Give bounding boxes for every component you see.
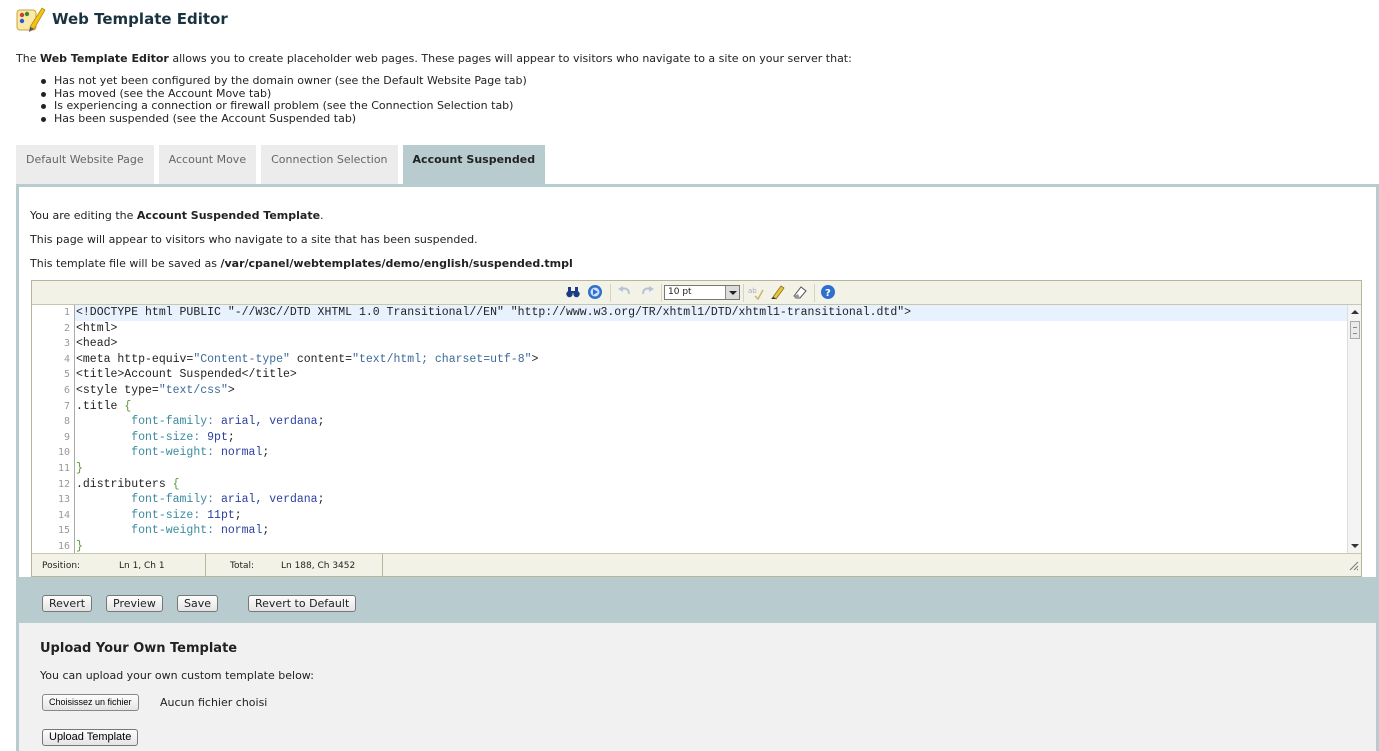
line-number: 14 [57,509,70,521]
code-line[interactable]: } [75,461,1347,477]
font-size-value: 10 pt [668,287,692,297]
code-area[interactable]: 1 2 3 4 5 6 7 8 9 10 11 12 13 14 15 16 <!DOCTYPE html P… [32,305,1361,553]
line-number: 12 [57,478,70,490]
code-line[interactable]: <meta http-equiv="Content-type" content=… [75,352,1347,368]
line-number: 15 [57,525,70,537]
status-divider [205,554,206,576]
line-number: 1 [63,307,70,318]
editing-info: You are editing the Account Suspended Te… [30,209,324,222]
code-line[interactable]: font-weight: normal; [75,445,1347,461]
goto-icon[interactable] [587,284,603,300]
total-label: Total: [230,561,255,571]
tab-account-move[interactable]: Account Move [158,145,257,185]
upload-template-button[interactable]: Upload Template [42,729,139,746]
tab-account-suspended[interactable]: Account Suspended [402,145,546,185]
line-number: 3 [63,338,70,350]
code-line[interactable]: <head> [75,336,1347,352]
revert-button[interactable]: Revert [42,595,93,612]
position-label: Position: [42,561,81,571]
upload-title: Upload Your Own Template [40,641,238,656]
save-button[interactable]: Save [177,595,219,612]
highlight-icon[interactable] [770,284,786,300]
code-editor: 10 pt ab ? 1 2 3 4 5 6 7 8 9 10 11 12 13 14 15 16 <!DOC… [31,280,1362,577]
page-header: Web Template Editor [16,4,228,34]
toolbar-divider [661,284,662,302]
line-number: 5 [63,369,70,381]
spellcheck-icon[interactable]: ab [748,284,764,301]
svg-text:ab: ab [748,287,757,295]
code-line[interactable]: <!DOCTYPE html PUBLIC "-//W3C//DTD XHTML… [75,305,1347,321]
toolbar-divider [610,284,611,302]
font-size-select[interactable]: 10 pt [664,285,740,300]
code-line[interactable]: .title { [75,399,1347,415]
upload-section: Upload Your Own Template You can upload … [19,623,1376,751]
svg-text:?: ? [825,288,831,299]
search-icon[interactable] [565,284,581,300]
palette-brush-icon [16,5,46,33]
template-description: This page will appear to visitors who na… [30,233,478,246]
help-icon[interactable]: ? [820,284,836,300]
scroll-up-icon[interactable] [1351,310,1359,314]
code-line[interactable]: } [75,539,1347,553]
line-number: 7 [63,400,70,412]
line-number: 9 [63,431,70,443]
total-value: Ln 188, Ch 3452 [281,561,356,571]
line-number: 2 [63,322,70,334]
code-line[interactable]: font-family: arial, verdana; [75,492,1347,508]
upload-description: You can upload your own custom template … [40,669,314,682]
file-status: Aucun fichier choisi [160,696,268,709]
code-lines[interactable]: <!DOCTYPE html PUBLIC "-//W3C//DTD XHTML… [74,305,1347,553]
tab-default-website-page[interactable]: Default Website Page [16,145,154,185]
list-item: Has not yet been configured by the domai… [38,74,527,88]
code-line[interactable]: font-size: 11pt; [75,508,1347,524]
status-divider [382,554,383,576]
code-line[interactable]: <title>Account Suspended</title> [75,367,1347,383]
editor-action-bar: Revert Preview Save Revert to Default [19,577,1376,623]
toolbar-divider [743,284,744,302]
template-path-info: This template file will be saved as /var… [30,257,573,270]
line-number: 10 [57,447,70,459]
intro-text: The Web Template Editor allows you to cr… [16,52,852,65]
toolbar-divider [814,284,815,302]
code-line[interactable]: .distributers { [75,477,1347,493]
editor-toolbar: 10 pt ab ? [32,281,1361,305]
reset-icon[interactable] [792,284,808,300]
revert-to-default-button[interactable]: Revert to Default [248,595,357,612]
vertical-scrollbar[interactable] [1347,305,1361,553]
resize-grip-icon[interactable] [1349,561,1359,571]
code-line[interactable]: font-weight: normal; [75,523,1347,539]
chevron-down-icon [725,286,739,299]
line-number-gutter: 1 2 3 4 5 6 7 8 9 10 11 12 13 14 15 16 [32,305,74,553]
code-line[interactable]: font-family: arial, verdana; [75,414,1347,430]
code-line[interactable]: <style type="text/css"> [75,383,1347,399]
page-title: Web Template Editor [52,10,228,28]
tab-panel: You are editing the Account Suspended Te… [16,184,1379,751]
redo-icon[interactable] [639,284,655,300]
line-number: 8 [63,416,70,428]
scrollbar-thumb[interactable] [1350,321,1360,339]
line-number: 6 [63,384,70,396]
line-number: 11 [57,462,70,474]
tab-connection-selection[interactable]: Connection Selection [261,145,398,185]
position-value: Ln 1, Ch 1 [119,561,165,571]
list-item: Has been suspended (see the Account Susp… [38,112,527,126]
line-number: 4 [63,353,70,365]
condition-list: Has not yet been configured by the domai… [38,74,527,126]
list-item: Is experiencing a connection or firewall… [38,99,527,113]
code-line[interactable]: font-size: 9pt; [75,430,1347,446]
choose-file-button[interactable]: Choisissez un fichier [42,694,139,711]
undo-icon[interactable] [617,284,633,300]
editor-statusbar: Position: Ln 1, Ch 1 Total: Ln 188, Ch 3… [32,553,1361,576]
code-line[interactable]: <html> [75,321,1347,337]
preview-button[interactable]: Preview [106,595,163,612]
scroll-down-icon[interactable] [1351,544,1359,548]
line-number: 16 [57,540,70,552]
template-tabs: Default Website Page Account Move Connec… [16,145,550,185]
line-number: 13 [57,494,70,506]
